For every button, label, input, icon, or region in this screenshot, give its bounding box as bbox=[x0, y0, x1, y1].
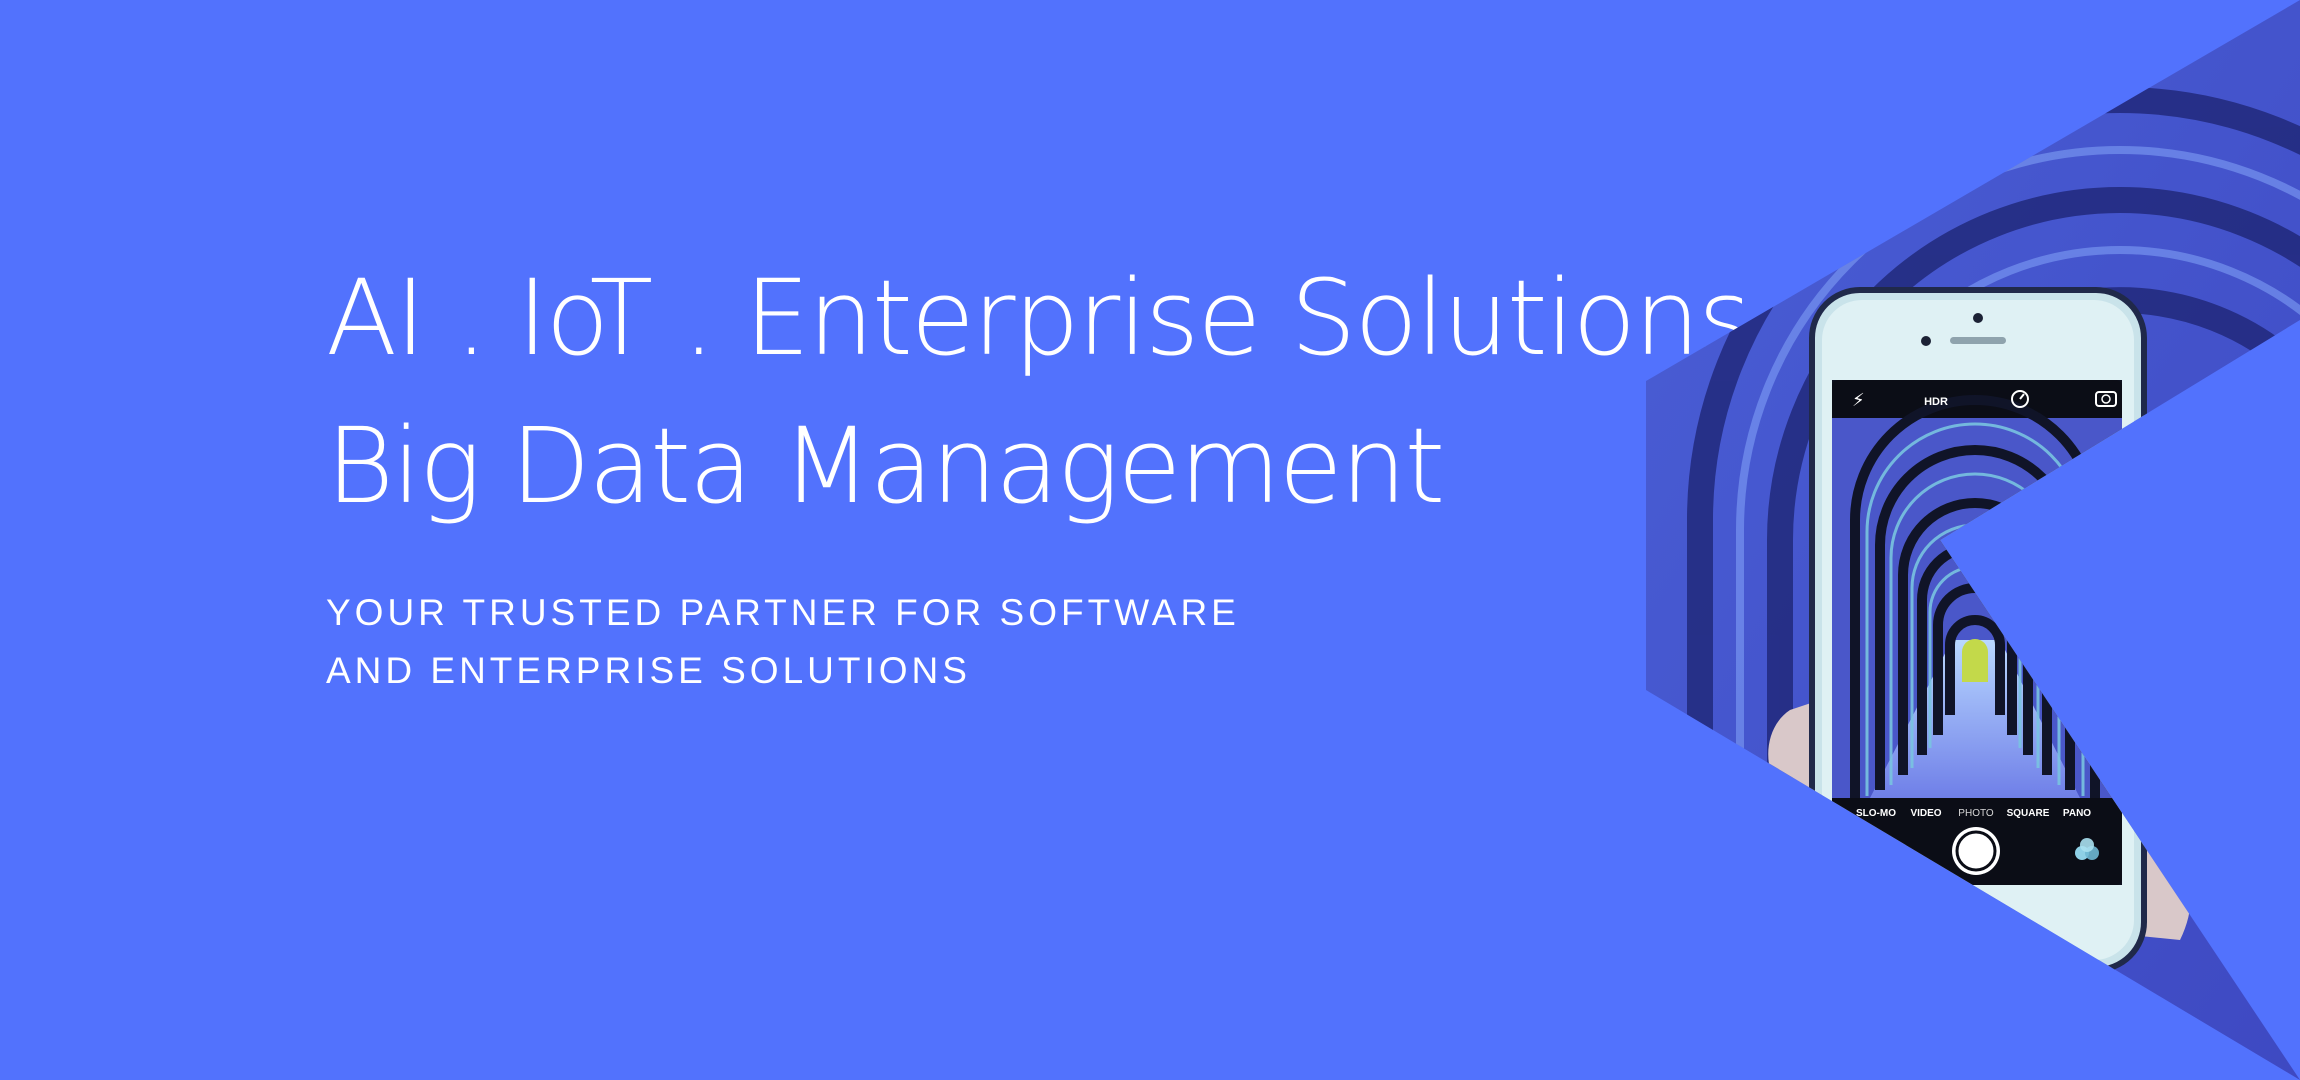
photo-background: ⚡ HDR SLO-MO VIDEO PHOTO SQUARE PANO bbox=[1646, 0, 2300, 1080]
phone: ⚡ HDR SLO-MO VIDEO PHOTO SQUARE PANO bbox=[1809, 287, 2147, 973]
mode-slo-mo: SLO-MO bbox=[1856, 808, 1896, 819]
tunnel-glow bbox=[1962, 639, 1988, 682]
shutter-button bbox=[1952, 827, 2000, 875]
hero-image-phone-tunnel: ⚡ HDR SLO-MO VIDEO PHOTO SQUARE PANO bbox=[1646, 0, 2300, 1080]
hdr-label: HDR bbox=[1924, 396, 1948, 408]
flash-off-icon: ⚡ bbox=[1852, 390, 1865, 411]
hero-banner: AI . IoT . Enterprise Solutions Big Data… bbox=[0, 0, 2300, 1080]
mode-video: VIDEO bbox=[1910, 808, 1941, 819]
mode-pano: PANO bbox=[2063, 808, 2091, 819]
mode-photo: PHOTO bbox=[1958, 808, 1994, 819]
mode-square: SQUARE bbox=[2007, 808, 2050, 819]
